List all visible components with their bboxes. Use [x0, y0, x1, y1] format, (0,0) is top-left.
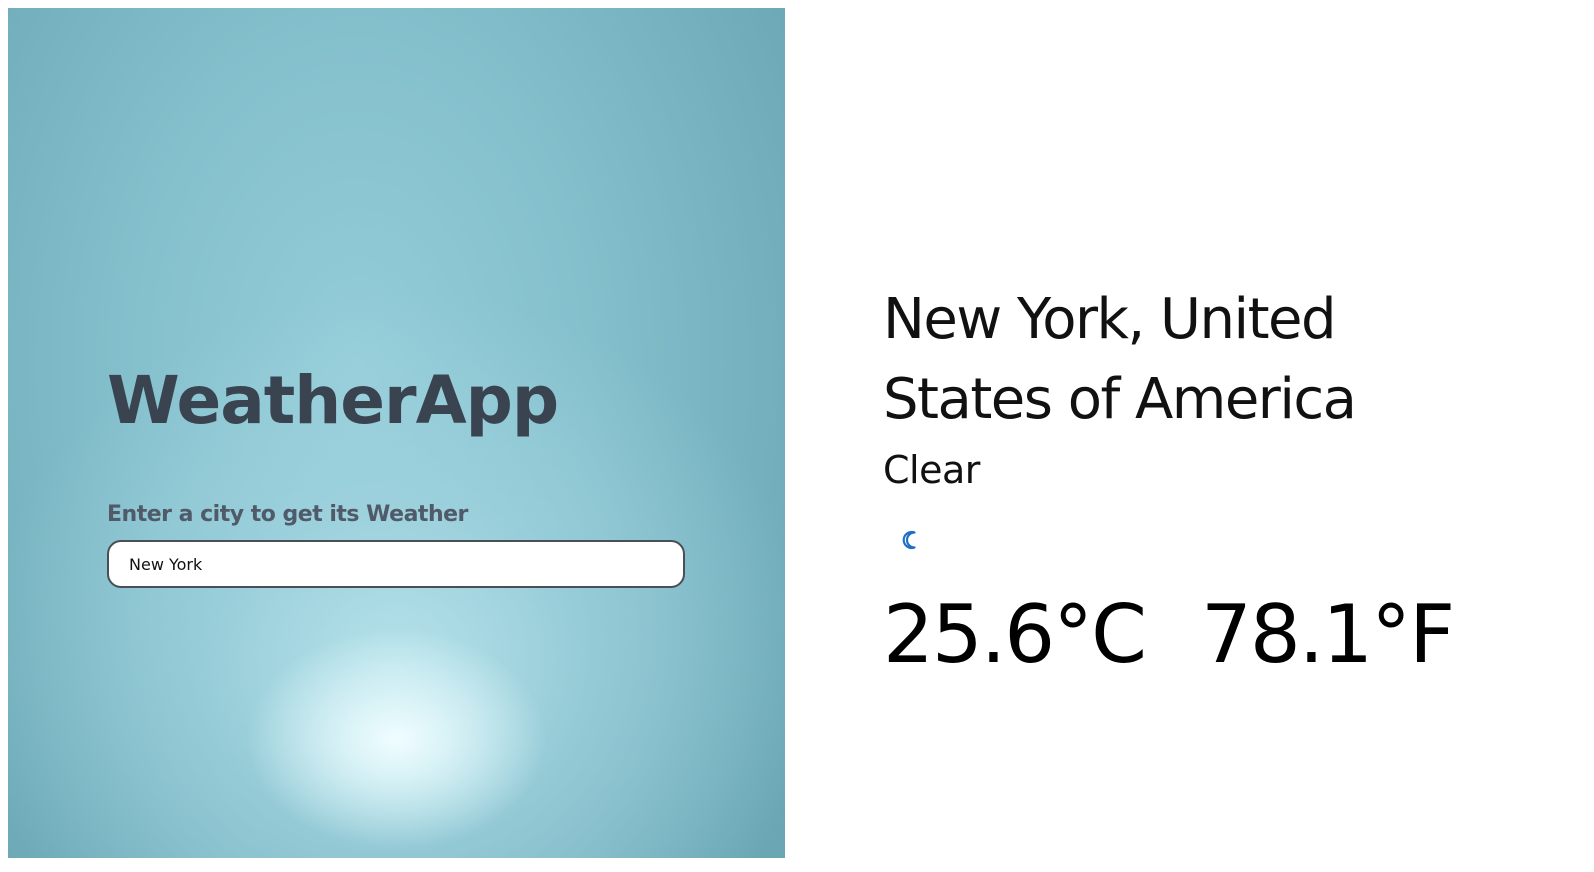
temperature-readout: 25.6°C 78.1°F: [883, 580, 1455, 690]
crescent-moon-icon: [899, 528, 923, 552]
weather-condition: Clear: [883, 448, 980, 492]
app-title: WeatherApp: [107, 362, 559, 439]
weather-result-panel: New York, United States of America Clear…: [785, 0, 1594, 872]
temperature-fahrenheit: 78.1°F: [1200, 588, 1455, 681]
temperature-celsius: 25.6°C: [883, 588, 1147, 681]
city-search-input[interactable]: [107, 540, 685, 588]
city-input-label: Enter a city to get its Weather: [107, 502, 468, 527]
location-name: New York, United States of America: [883, 287, 1357, 432]
search-panel: WeatherApp Enter a city to get its Weath…: [8, 8, 785, 858]
